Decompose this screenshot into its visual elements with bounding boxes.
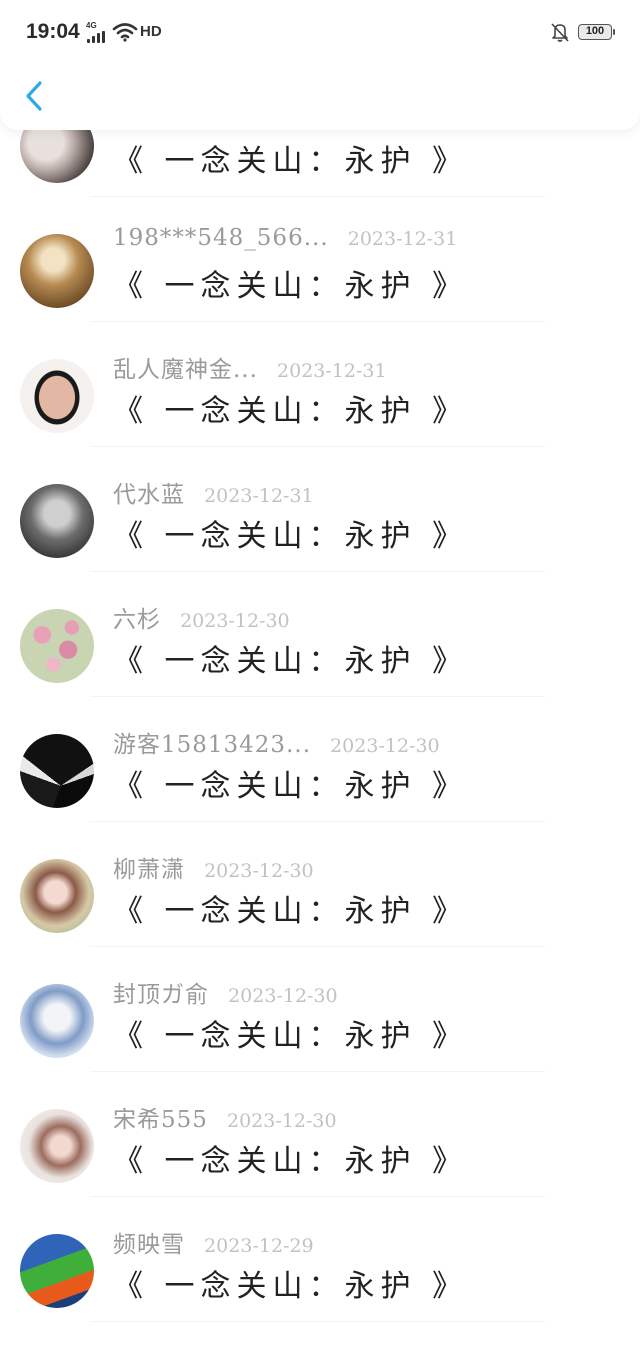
commenter-name[interactable]: 宋希555 — [113, 1107, 208, 1133]
commenter-name[interactable]: 游客15813423... — [113, 732, 311, 758]
comment-text: 《 一念关山：永护 》 — [113, 394, 469, 429]
comment-item[interactable]: 游客15813423... 2023-12-30 《 一念关山：永护 》 — [0, 697, 640, 822]
comment-meta: 六杉 2023-12-30 — [113, 600, 290, 634]
comment-text: 《 一念关山：永护 》 — [113, 769, 469, 804]
comment-text: 《 一念关山：永护 》 — [113, 144, 469, 179]
comment-date: 2023-12-30 — [180, 610, 290, 632]
nav-bar — [0, 64, 640, 130]
status-bar: 19:04 4G HD 100 — [0, 0, 640, 64]
status-time: 19:04 — [26, 20, 80, 43]
wifi-icon — [112, 23, 138, 42]
network-type-label: 4G — [86, 21, 97, 30]
commenter-name[interactable]: 198***548_566... — [113, 225, 329, 251]
comment-meta: 代水蓝 2023-12-31 — [113, 475, 314, 509]
comment-date: 2023-12-31 — [204, 485, 314, 507]
chevron-left-icon — [26, 81, 42, 111]
comment-text: 《 一念关山：永护 》 — [113, 644, 469, 679]
comment-item[interactable]: 频映雪 2023-12-29 《 一念关山：永护 》 — [0, 1197, 640, 1322]
comment-meta: 198***548_566... 2023-12-31 — [113, 225, 457, 251]
comment-item[interactable]: 封顶ガ俞 2023-12-30 《 一念关山：永护 》 — [0, 947, 640, 1072]
comment-item[interactable]: 宋希555 2023-12-30 《 一念关山：永护 》 — [0, 1072, 640, 1197]
comment-meta: 封顶ガ俞 2023-12-30 — [113, 975, 338, 1009]
avatar[interactable] — [20, 1234, 94, 1308]
signal-icon — [87, 31, 107, 43]
comment-meta: 乱人魔神金... 2023-12-31 — [113, 350, 387, 384]
comment-text: 《 一念关山：永护 》 — [113, 1019, 469, 1054]
comment-meta: 宋希555 2023-12-30 — [113, 1100, 337, 1134]
divider — [90, 1321, 545, 1322]
comment-item[interactable]: 代水蓝 2023-12-31 《 一念关山：永护 》 — [0, 447, 640, 572]
comment-meta: 柳萧潇 2023-12-30 — [113, 850, 314, 884]
commenter-name[interactable]: 代水蓝 — [113, 482, 185, 508]
comment-text: 《 一念关山：永护 》 — [113, 519, 469, 554]
comment-item[interactable]: 乱人魔神金... 2023-12-31 《 一念关山：永护 》 — [0, 322, 640, 447]
avatar[interactable] — [20, 234, 94, 308]
hd-voice-label: HD — [140, 23, 162, 40]
comment-date: 2023-12-31 — [347, 228, 458, 250]
back-button[interactable] — [20, 78, 50, 114]
comment-date: 2023-12-31 — [277, 360, 387, 382]
avatar[interactable] — [20, 734, 94, 808]
comment-text: 《 一念关山：永护 》 — [113, 269, 469, 304]
avatar[interactable] — [20, 484, 94, 558]
comment-date: 2023-12-30 — [204, 860, 314, 882]
comment-item[interactable]: 198***548_566... 2023-12-31 《 一念关山：永护 》 — [0, 197, 640, 322]
comment-item[interactable]: 六杉 2023-12-30 《 一念关山：永护 》 — [0, 572, 640, 697]
comment-date: 2023-12-30 — [227, 1110, 337, 1132]
comment-date: 2023-12-30 — [228, 985, 338, 1007]
commenter-name[interactable]: 封顶ガ俞 — [113, 982, 209, 1008]
avatar[interactable] — [20, 359, 94, 433]
commenter-name[interactable]: 六杉 — [113, 607, 161, 633]
comment-text: 《 一念关山：永护 》 — [113, 1269, 469, 1304]
battery-indicator: 100 — [578, 24, 615, 40]
comment-meta: 游客15813423... 2023-12-30 — [113, 725, 440, 759]
comment-date: 2023-12-29 — [204, 1235, 314, 1257]
comment-item[interactable]: 柳萧潇 2023-12-30 《 一念关山：永护 》 — [0, 822, 640, 947]
commenter-name[interactable]: 乱人魔神金... — [113, 357, 258, 383]
avatar[interactable] — [20, 609, 94, 683]
avatar[interactable] — [20, 1109, 94, 1183]
comment-meta: 频映雪 2023-12-29 — [113, 1225, 314, 1259]
avatar[interactable] — [20, 859, 94, 933]
bell-muted-icon — [551, 23, 569, 42]
comment-text: 《 一念关山：永护 》 — [113, 1144, 469, 1179]
comment-date: 2023-12-30 — [330, 735, 440, 757]
comment-list: 《 一念关山：永护 》 198***548_566... 2023-12-31 … — [0, 0, 640, 1351]
commenter-name[interactable]: 频映雪 — [113, 1232, 185, 1258]
comment-text: 《 一念关山：永护 》 — [113, 894, 469, 929]
avatar[interactable] — [20, 984, 94, 1058]
commenter-name[interactable]: 柳萧潇 — [113, 857, 185, 883]
